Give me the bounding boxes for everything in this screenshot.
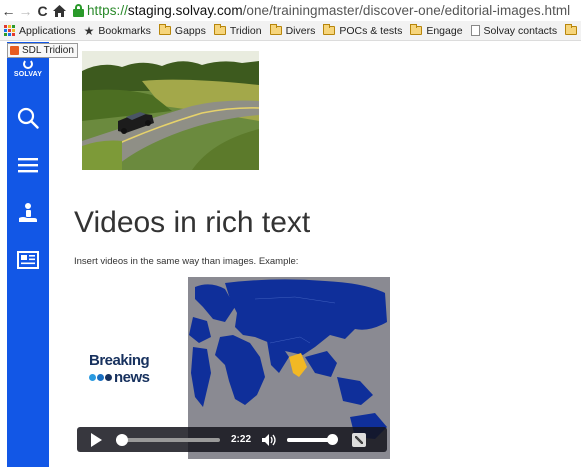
home-button[interactable] — [51, 0, 68, 21]
video-controls: 2:22 — [77, 427, 387, 452]
progress-knob[interactable] — [116, 433, 129, 446]
browser-toolbar: ← → C https://staging.solvay.com/one/tra… — [0, 0, 581, 21]
bookmark-solvay-contacts[interactable]: Solvay contacts — [470, 24, 558, 37]
folder-icon — [158, 24, 171, 35]
landscape-road-image — [82, 51, 259, 170]
logo-text: SOLVAY — [13, 71, 43, 78]
menu-icon — [18, 158, 38, 173]
bookmark-pocs-tests[interactable]: POCs & tests — [323, 24, 403, 37]
brand-news-text: news — [114, 369, 150, 386]
section-paragraph: Insert videos in the same way than image… — [74, 256, 299, 267]
brand-breaking-text: Breaking — [89, 352, 150, 369]
page-icon — [470, 25, 480, 36]
back-button[interactable]: ← — [0, 0, 17, 21]
bookmark-tridion[interactable]: Tridion — [213, 24, 262, 37]
bookmark-gc[interactable]: GC — [565, 24, 581, 37]
reload-button[interactable]: C — [34, 0, 51, 21]
dot-icon — [105, 374, 112, 381]
bookmark-label: Tridion — [229, 24, 262, 37]
play-icon[interactable] — [91, 432, 102, 447]
fullscreen-icon[interactable] — [352, 432, 367, 447]
reload-icon: C — [37, 2, 48, 19]
bookmark-label: Solvay contacts — [483, 24, 558, 37]
dot-icon — [89, 374, 96, 381]
folder-icon — [269, 24, 282, 35]
arrow-right-icon: → — [18, 2, 33, 19]
progress-bar[interactable] — [116, 433, 220, 446]
sidebar-person-button[interactable] — [7, 195, 49, 231]
sidebar: SOLVAY — [7, 42, 49, 467]
url-text[interactable]: https://staging.solvay.com/one/trainingm… — [87, 3, 570, 18]
tooltip-text: SDL Tridion — [22, 45, 74, 56]
url-scheme: https:// — [87, 3, 128, 18]
folder-icon — [410, 24, 423, 35]
folder-icon — [213, 24, 226, 35]
bookmark-divers[interactable]: Divers — [269, 24, 316, 37]
person-hand-icon — [19, 203, 37, 222]
star-icon: ★ — [83, 23, 95, 38]
bookmark-engage[interactable]: Engage — [410, 24, 463, 37]
bookmark-gapps[interactable]: Gapps — [158, 24, 206, 37]
bookmark-label: Bookmarks — [98, 24, 151, 37]
home-icon — [53, 4, 66, 17]
arrow-left-icon: ← — [1, 2, 16, 19]
apps-icon — [4, 25, 15, 36]
time-label: 2:22 — [231, 434, 252, 445]
forward-button[interactable]: → — [17, 0, 34, 21]
tooltip: SDL Tridion — [7, 43, 78, 58]
brand-news-row: news — [89, 369, 150, 386]
bookmark-bookmarks[interactable]: ★ Bookmarks — [84, 24, 151, 38]
bookmark-applications[interactable]: Applications — [4, 25, 76, 37]
lock-icon — [73, 4, 84, 17]
volume-icon[interactable] — [262, 433, 278, 446]
url-host: staging.solvay.com — [127, 3, 243, 18]
sidebar-menu-button[interactable] — [7, 147, 49, 183]
news-icon — [17, 251, 39, 269]
folder-icon — [323, 24, 336, 35]
video-player[interactable]: Breaking news 2:22 — [75, 277, 390, 459]
volume-knob[interactable] — [327, 433, 339, 445]
search-icon — [17, 107, 39, 129]
bookmark-label: Engage — [426, 24, 463, 37]
address-field[interactable]: https://staging.solvay.com/one/trainingm… — [73, 3, 570, 18]
volume-fill — [287, 437, 333, 442]
folder-icon — [565, 24, 578, 35]
bookmark-label: Applications — [19, 24, 76, 37]
url-path: /one/trainingmaster/discover-one/editori… — [242, 3, 571, 18]
sidebar-search-button[interactable] — [7, 100, 49, 136]
bookmarks-bar: Applications ★ Bookmarks Gapps Tridion D… — [0, 21, 581, 41]
bookmark-label: Divers — [285, 24, 316, 37]
solvay-logo[interactable]: SOLVAY — [7, 59, 49, 78]
section-heading: Videos in rich text — [74, 206, 311, 239]
main-content: Videos in rich text Insert videos in the… — [49, 42, 581, 467]
volume-slider[interactable] — [287, 433, 339, 445]
tridion-icon — [10, 46, 19, 55]
dot-icon — [97, 374, 104, 381]
bookmark-label: Gapps — [174, 24, 206, 37]
sidebar-news-button[interactable] — [7, 242, 49, 278]
logo-mark-icon — [23, 59, 33, 69]
bookmark-label: POCs & tests — [339, 24, 403, 37]
